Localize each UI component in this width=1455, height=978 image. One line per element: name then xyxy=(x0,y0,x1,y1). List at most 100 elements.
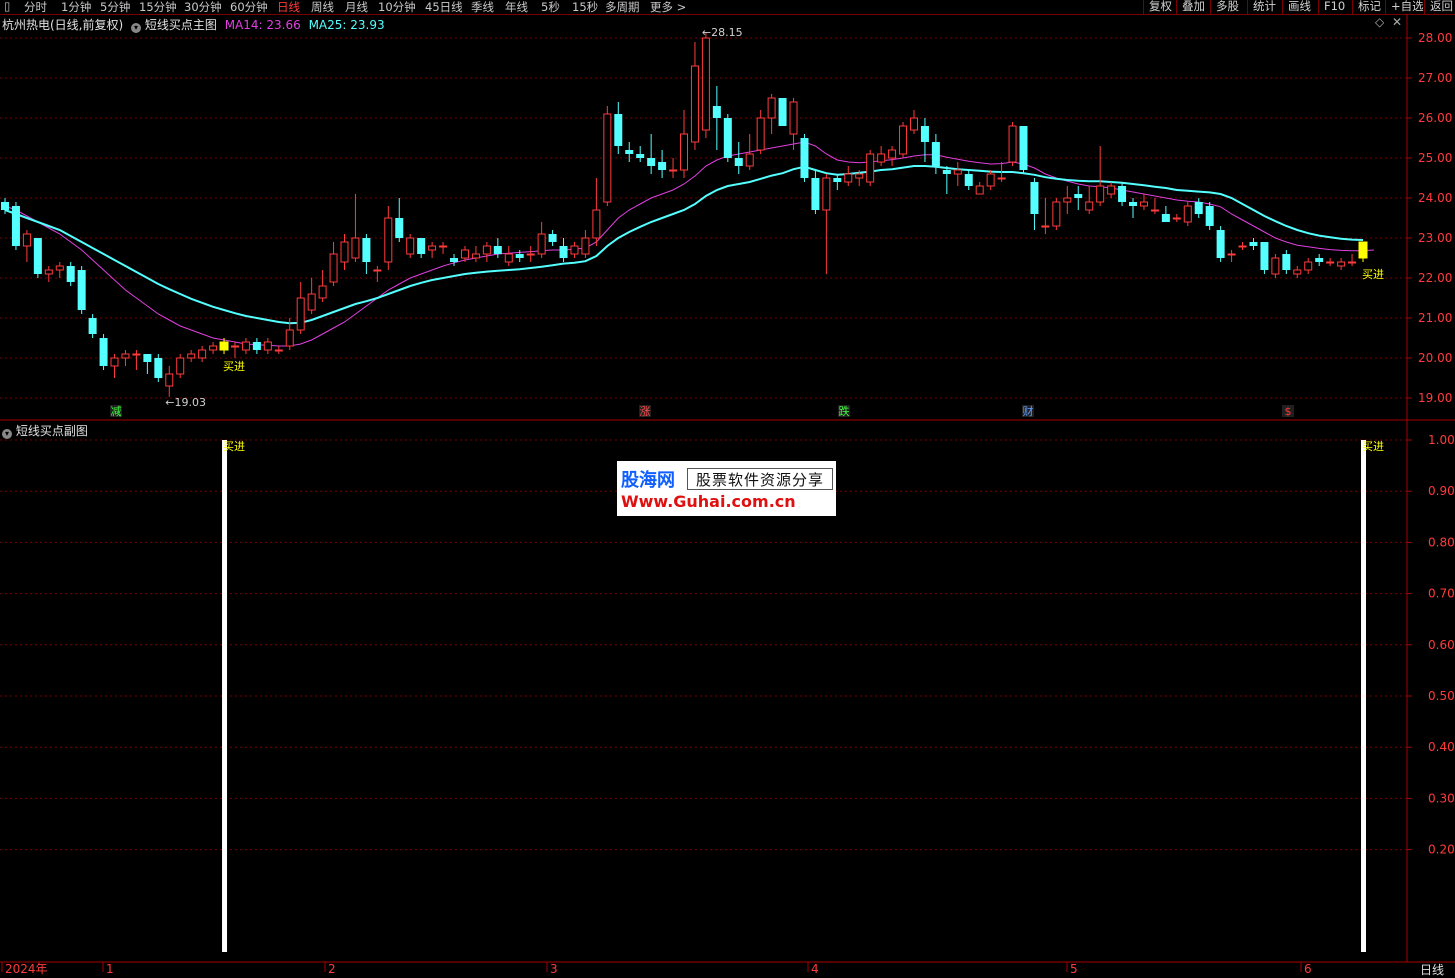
candle xyxy=(1129,198,1138,218)
sub-y-tick-label: 0.50 xyxy=(1428,689,1455,703)
event-marker-0[interactable]: 减 xyxy=(111,405,122,418)
candle xyxy=(198,346,207,362)
signal-bar xyxy=(222,440,228,952)
candle xyxy=(1063,186,1072,214)
candle xyxy=(176,354,185,378)
candle xyxy=(340,234,349,270)
candle xyxy=(1008,122,1017,166)
candle xyxy=(767,94,776,134)
candle xyxy=(1161,206,1170,222)
candle xyxy=(263,338,272,354)
candle xyxy=(296,282,305,334)
candle xyxy=(1238,242,1247,250)
x-axis-label: 4 xyxy=(811,962,819,976)
candle xyxy=(1096,146,1105,206)
candle xyxy=(734,142,743,174)
signal-bar xyxy=(1361,440,1366,952)
candle xyxy=(482,242,491,262)
sub-y-tick-label: 0.20 xyxy=(1428,843,1455,857)
candle xyxy=(1304,258,1313,274)
candle xyxy=(1315,254,1324,266)
candle xyxy=(1183,202,1192,226)
candle xyxy=(66,262,75,286)
candle xyxy=(241,338,250,354)
x-axis-label: 2 xyxy=(328,962,336,976)
candle xyxy=(1326,258,1335,266)
sub-signal-label: 买进 xyxy=(223,440,245,453)
candle xyxy=(252,338,261,354)
candle xyxy=(1172,214,1181,222)
candle xyxy=(1052,198,1061,230)
watermark-slogan: 股票软件资源分享 xyxy=(687,468,833,490)
candle xyxy=(680,110,688,178)
candle xyxy=(975,182,984,195)
main-y-tick-label: 19.00 xyxy=(1418,391,1452,405)
sub-panel-header: ▾ 短线买点副图 xyxy=(2,422,88,439)
candle xyxy=(110,354,119,378)
candle xyxy=(789,98,798,150)
event-marker-4[interactable]: $ xyxy=(1285,405,1292,418)
candle xyxy=(756,110,765,154)
candle xyxy=(307,278,316,314)
sub-signal-label: 买进 xyxy=(1362,440,1384,453)
candle xyxy=(690,42,699,150)
candle xyxy=(877,146,886,166)
chevron-down-icon[interactable]: ▾ xyxy=(2,429,12,439)
candle xyxy=(1205,202,1214,230)
main-y-tick-label: 20.00 xyxy=(1418,351,1452,365)
x-axis-label: 5 xyxy=(1070,962,1078,976)
candle xyxy=(559,238,568,262)
watermark-url: Www.Guhai.com.cn xyxy=(621,492,796,511)
candle xyxy=(318,270,327,302)
candle xyxy=(1074,186,1083,210)
candle xyxy=(964,170,973,190)
candle xyxy=(230,342,239,358)
candle xyxy=(1041,198,1050,234)
candle xyxy=(833,174,842,190)
candle xyxy=(44,266,53,282)
main-y-tick-label: 22.00 xyxy=(1418,271,1452,285)
event-marker-2[interactable]: 跌 xyxy=(839,404,850,418)
low-price-label: ←19.03 xyxy=(165,396,206,409)
candle xyxy=(187,350,196,362)
sub-indicator-name[interactable]: 短线买点副图 xyxy=(16,424,88,438)
candle xyxy=(658,150,667,178)
event-marker-1[interactable]: 涨 xyxy=(640,405,651,418)
candle xyxy=(548,230,557,246)
watermark-brand: 股海网 xyxy=(621,470,675,491)
sub-y-tick-label: 0.40 xyxy=(1428,740,1455,754)
candle xyxy=(384,206,393,270)
candle xyxy=(581,230,590,258)
candle xyxy=(395,198,404,242)
candle xyxy=(1139,194,1148,210)
high-price-label: ←28.15 xyxy=(702,26,743,39)
candle xyxy=(953,162,962,186)
candle xyxy=(1227,250,1236,262)
candle xyxy=(844,166,853,186)
candle xyxy=(866,150,875,186)
candle xyxy=(537,222,546,258)
main-y-tick-label: 25.00 xyxy=(1418,151,1452,165)
period-label[interactable]: 日线 xyxy=(1420,961,1444,978)
x-axis-label: 3 xyxy=(550,962,558,976)
candle xyxy=(669,158,678,178)
watermark-logo: 股海网 股票软件资源分享 Www.Guhai.com.cn xyxy=(617,461,836,516)
sub-y-tick-label: 0.70 xyxy=(1428,587,1455,601)
candle xyxy=(121,350,130,366)
candle xyxy=(417,238,426,258)
main-y-tick-label: 28.00 xyxy=(1418,31,1452,45)
candle xyxy=(1085,186,1094,214)
candle xyxy=(33,238,42,278)
candle xyxy=(471,246,480,262)
candle xyxy=(11,202,20,250)
candle xyxy=(647,134,656,174)
candle xyxy=(1358,241,1368,262)
ma14-line xyxy=(4,141,1375,347)
event-marker-3[interactable]: 财 xyxy=(1023,404,1034,418)
main-y-tick-label: 23.00 xyxy=(1418,231,1452,245)
candle xyxy=(1150,198,1159,214)
candle xyxy=(362,234,371,274)
candle xyxy=(154,354,163,382)
candle xyxy=(636,146,645,162)
candle xyxy=(1194,198,1203,218)
